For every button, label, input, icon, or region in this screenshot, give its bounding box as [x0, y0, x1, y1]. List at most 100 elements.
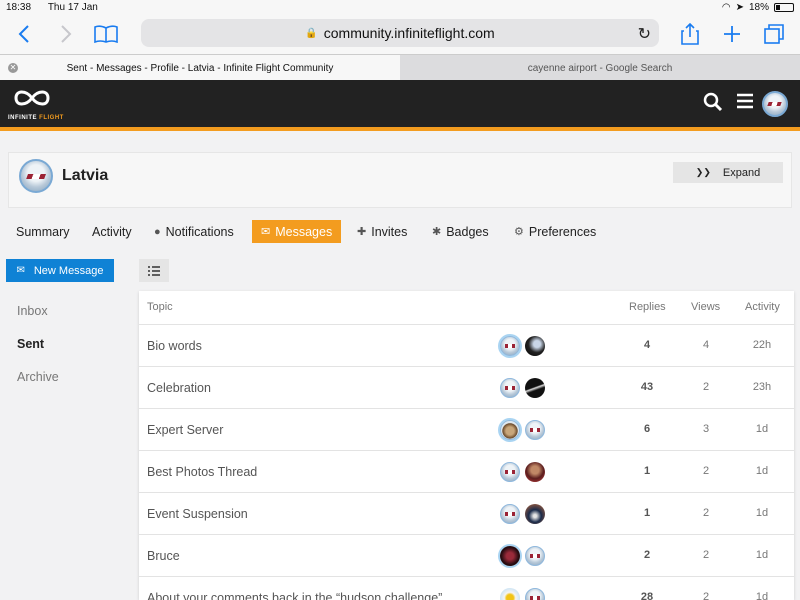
table-row[interactable]: Celebration 43 2 23h	[139, 366, 794, 408]
status-date: Thu 17 Jan	[47, 2, 98, 13]
topic-link[interactable]: Expert Server	[147, 423, 223, 437]
participant-avatar[interactable]	[525, 420, 545, 440]
participant-avatar[interactable]	[525, 588, 545, 600]
tab-preferences[interactable]: ⚙ Preferences	[514, 220, 596, 243]
battery-percent: 18%	[748, 2, 769, 13]
tab-bar: ✕ Sent - Messages - Profile - Latvia - I…	[0, 54, 800, 81]
tab-activity-label: Activity	[92, 224, 132, 239]
table-row[interactable]: Bruce 2 2 1d	[139, 534, 794, 576]
battery-icon	[774, 3, 794, 12]
search-icon[interactable]	[701, 92, 725, 116]
tab-title: cayenne airport - Google Search	[527, 62, 673, 74]
tab-activity[interactable]: Activity	[92, 220, 132, 243]
topic-link[interactable]: About your comments back in the “hudson …	[147, 591, 442, 600]
participant-avatar[interactable]	[525, 546, 545, 566]
expand-label: Expand	[722, 166, 761, 179]
header-topic[interactable]: Topic	[147, 301, 173, 313]
participant-avatar[interactable]	[500, 588, 520, 600]
logo-text-a: INFINITE	[8, 115, 37, 121]
sidebar-item-archive[interactable]: Archive	[17, 370, 59, 384]
topic-link[interactable]: Best Photos Thread	[147, 465, 257, 479]
views-count: 4	[702, 339, 710, 351]
tab-notifications-label: Notifications	[165, 224, 234, 239]
bulk-select-button[interactable]	[139, 259, 169, 282]
participant-avatar[interactable]	[500, 462, 520, 482]
tab-active[interactable]: ✕ Sent - Messages - Profile - Latvia - I…	[0, 55, 400, 81]
topic-link[interactable]: Bruce	[147, 549, 180, 563]
address-bar[interactable]: 🔒 community.infiniteflight.com ↻	[141, 19, 659, 47]
activity-time[interactable]: 1d	[747, 507, 777, 519]
envelope-icon: ✉	[16, 265, 25, 276]
lock-icon: 🔒	[305, 27, 318, 39]
activity-time[interactable]: 23h	[747, 381, 777, 393]
profile-name: Latvia	[62, 167, 109, 184]
site-header: INFINITE FLIGHT	[0, 80, 800, 131]
replies-count: 2	[643, 549, 651, 561]
bookmarks-button[interactable]	[92, 20, 120, 48]
topic-link[interactable]: Event Suspension	[147, 507, 248, 521]
certificate-icon: ✱	[432, 226, 442, 238]
activity-time[interactable]: 22h	[747, 339, 777, 351]
chevron-right-icon	[61, 25, 72, 43]
user-avatar[interactable]	[762, 91, 788, 117]
participant-avatar[interactable]	[500, 504, 520, 524]
reload-icon[interactable]: ↻	[638, 24, 651, 44]
double-chevron-down-icon: ❯❯	[695, 167, 711, 177]
participant-avatar[interactable]	[500, 378, 520, 398]
close-icon[interactable]: ✕	[8, 63, 18, 73]
activity-time[interactable]: 1d	[747, 549, 777, 561]
status-time: 18:38	[6, 2, 32, 13]
expand-button[interactable]: ❯❯ Expand	[673, 162, 783, 183]
topic-link[interactable]: Bio words	[147, 339, 202, 353]
sidebar-item-sent[interactable]: Sent	[17, 337, 44, 351]
views-count: 2	[702, 549, 710, 561]
plus-icon	[724, 26, 740, 42]
topic-link[interactable]: Celebration	[147, 381, 211, 395]
back-button[interactable]	[10, 20, 38, 48]
book-icon	[94, 25, 118, 43]
participant-avatar[interactable]	[525, 378, 545, 398]
views-count: 2	[702, 381, 710, 393]
table-row[interactable]: Event Suspension 1 2 1d	[139, 492, 794, 534]
replies-count: 28	[640, 591, 654, 600]
table-row[interactable]: Expert Server 6 3 1d	[139, 408, 794, 450]
header-views[interactable]: Views	[691, 301, 720, 313]
tab-invites[interactable]: ✚ Invites	[357, 220, 407, 243]
activity-time[interactable]: 1d	[747, 465, 777, 477]
forward-button[interactable]	[52, 20, 80, 48]
participant-avatar[interactable]	[500, 420, 520, 440]
table-row[interactable]: Bio words 4 4 22h	[139, 324, 794, 366]
participant-avatar[interactable]	[500, 336, 520, 356]
tab-notifications[interactable]: ● Notifications	[154, 220, 234, 243]
participant-avatar[interactable]	[525, 504, 545, 524]
menu-icon[interactable]	[733, 92, 757, 116]
share-button[interactable]	[676, 20, 704, 48]
table-row[interactable]: About your comments back in the “hudson …	[139, 576, 794, 600]
activity-time[interactable]: 1d	[747, 591, 777, 600]
tabs-overview-button[interactable]	[760, 20, 788, 48]
views-count: 2	[702, 465, 710, 477]
browser-toolbar: 🔒 community.infiniteflight.com ↻	[0, 16, 800, 54]
participant-avatar[interactable]	[500, 546, 520, 566]
sidebar-item-inbox[interactable]: Inbox	[17, 304, 48, 318]
status-bar: 18:38 Thu 17 Jan ◠ ➤ 18%	[0, 0, 800, 16]
participant-avatar[interactable]	[525, 336, 545, 356]
tab-title: Sent - Messages - Profile - Latvia - Inf…	[66, 62, 334, 74]
tab-messages[interactable]: ✉ Messages	[252, 220, 342, 243]
header-replies[interactable]: Replies	[629, 301, 666, 313]
profile-avatar	[19, 159, 53, 193]
envelope-icon: ✉	[261, 226, 271, 238]
profile-nav: Summary Activity ● Notifications ✉ Message…	[0, 220, 800, 244]
table-row[interactable]: Best Photos Thread 1 2 1d	[139, 450, 794, 492]
tab-inactive[interactable]: cayenne airport - Google Search	[400, 55, 800, 81]
infinity-logo-icon	[14, 90, 50, 106]
activity-time[interactable]: 1d	[747, 423, 777, 435]
participant-avatar[interactable]	[525, 462, 545, 482]
header-activity[interactable]: Activity	[745, 301, 780, 313]
new-message-button[interactable]: ✉ New Message	[6, 259, 114, 282]
new-tab-button[interactable]	[718, 20, 746, 48]
site-logo[interactable]: INFINITE FLIGHT	[8, 88, 68, 121]
tab-badges[interactable]: ✱ Badges	[432, 220, 489, 243]
tab-summary[interactable]: Summary	[16, 220, 69, 243]
views-count: 2	[702, 591, 710, 600]
